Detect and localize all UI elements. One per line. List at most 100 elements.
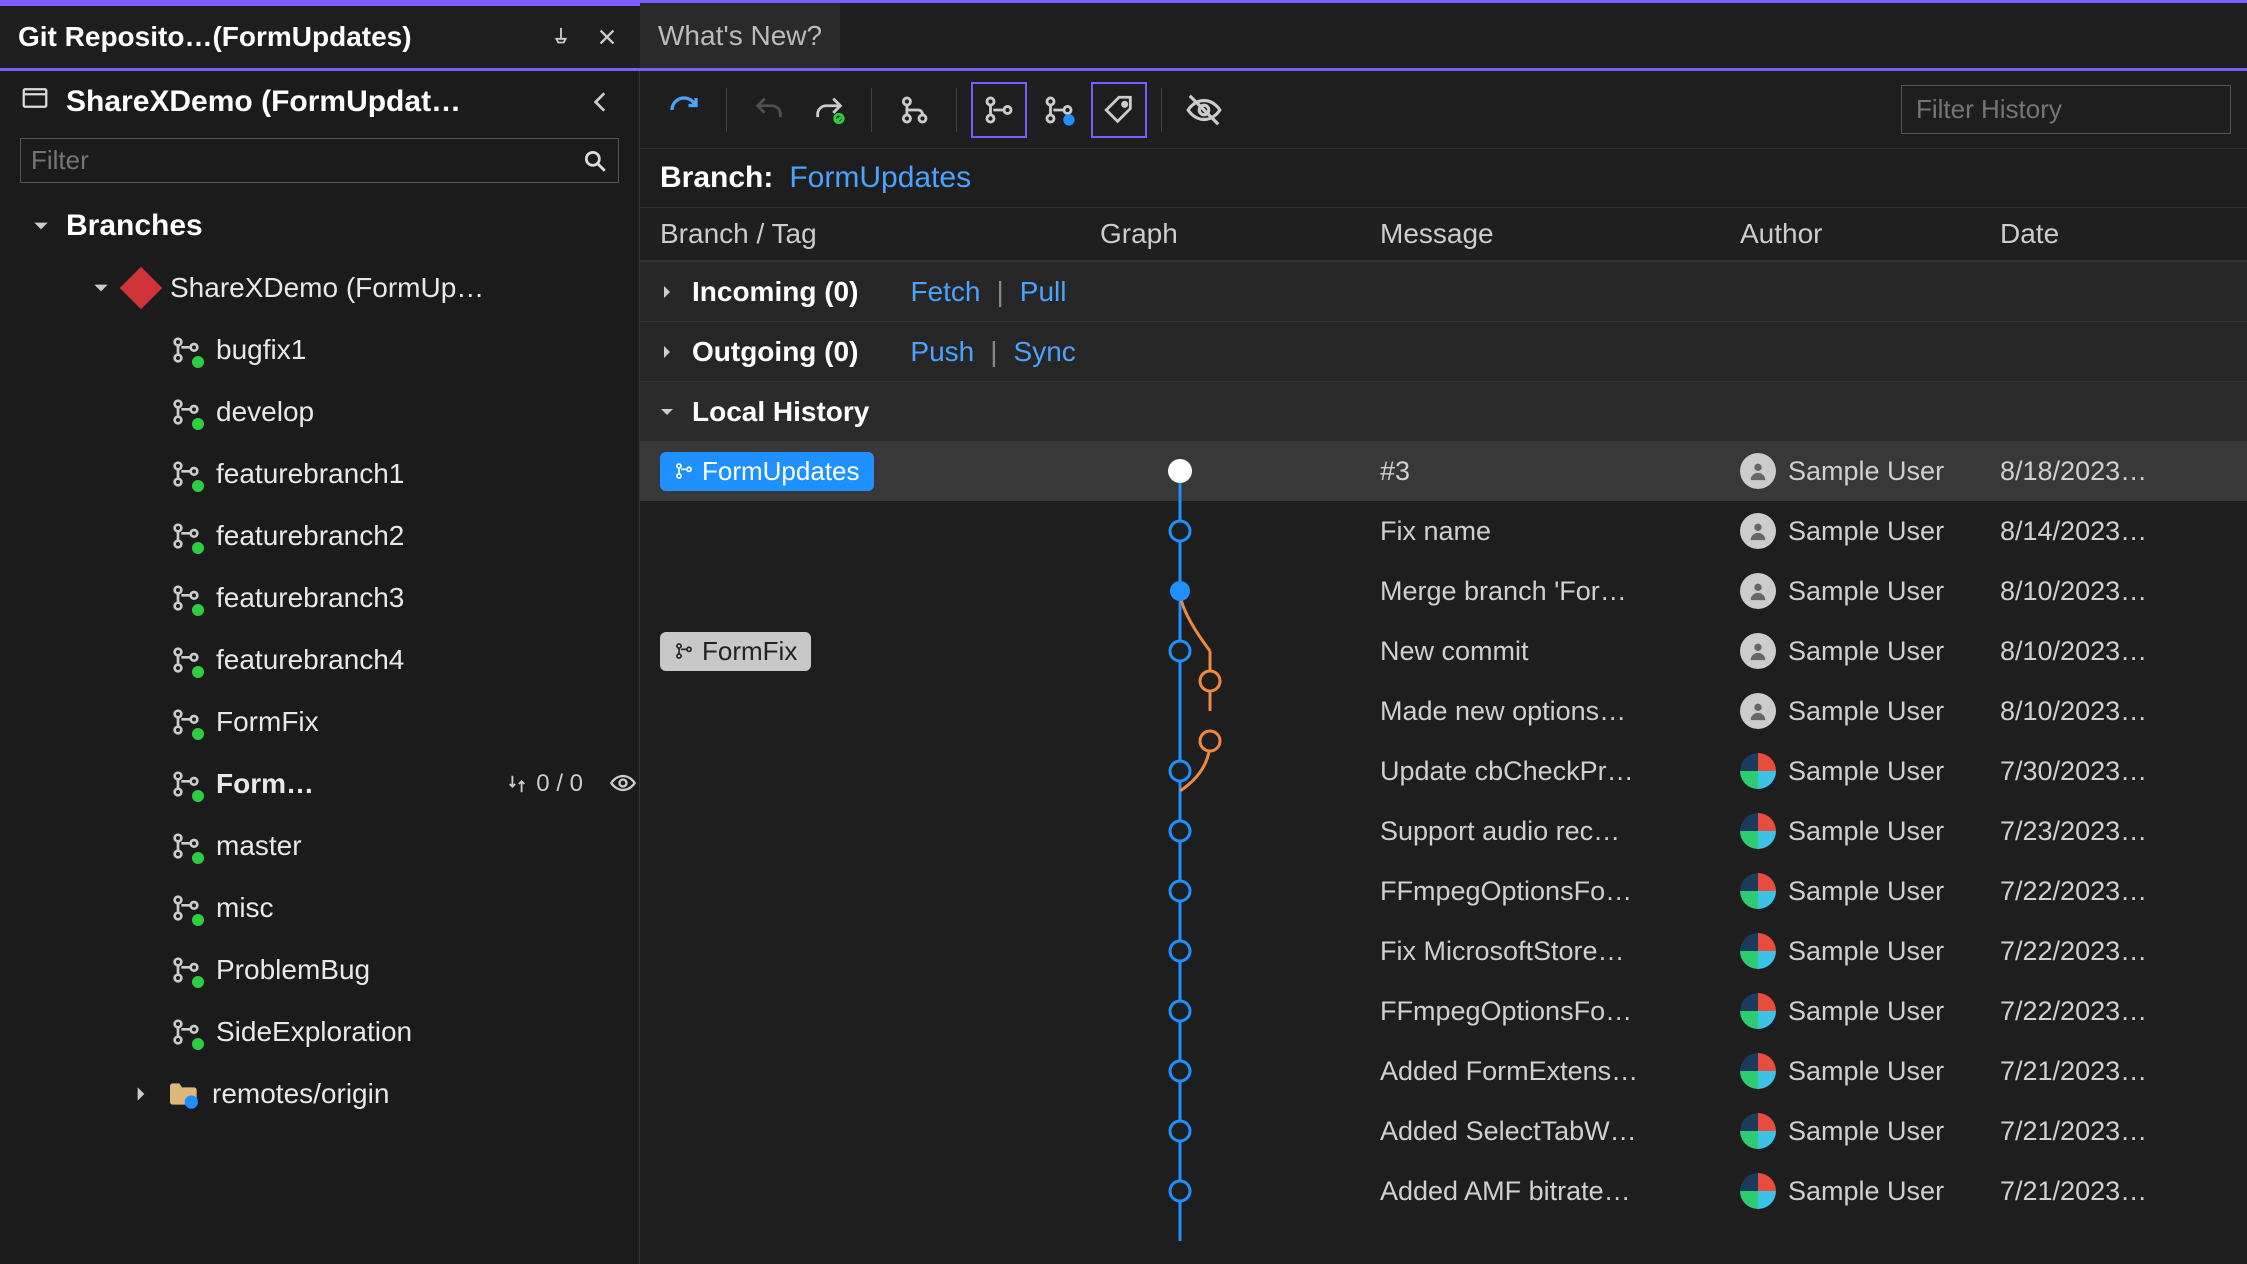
- commit-row[interactable]: Update cbCheckPr… Sample User7/30/2023…: [640, 741, 2247, 801]
- branch-icon: [170, 644, 202, 676]
- branch-icon: [170, 582, 202, 614]
- filter-input[interactable]: [31, 145, 582, 176]
- repo-node[interactable]: ShareXDemo (FormUp…: [0, 257, 639, 319]
- push-link[interactable]: Push: [910, 336, 974, 368]
- sync-link[interactable]: Sync: [1014, 336, 1076, 368]
- commit-message: Added AMF bitrate…: [1380, 1176, 1740, 1207]
- back-icon[interactable]: [583, 84, 619, 120]
- tab-whats-new[interactable]: What's New?: [640, 3, 840, 68]
- commit-message: #3: [1380, 456, 1740, 487]
- branch-label: featurebranch1: [216, 458, 404, 490]
- commit-row[interactable]: Added FormExtens… Sample User7/21/2023…: [640, 1041, 2247, 1101]
- undo-button: [741, 82, 797, 138]
- sidebar-branch-item[interactable]: featurebranch3: [0, 567, 639, 629]
- avatar: [1740, 453, 1776, 489]
- commit-row[interactable]: FFmpegOptionsFo… Sample User7/22/2023…: [640, 981, 2247, 1041]
- sidebar-branch-item[interactable]: master: [0, 815, 639, 877]
- local-history-section[interactable]: Local History: [640, 381, 2247, 441]
- sidebar-branch-item[interactable]: SideExploration: [0, 1001, 639, 1063]
- commit-row[interactable]: Made new options… Sample User8/10/2023…: [640, 681, 2247, 741]
- branch-label: FormFix: [216, 706, 319, 738]
- commit-message: New commit: [1380, 636, 1740, 667]
- branch-tag-pill[interactable]: FormFix: [660, 632, 811, 671]
- sidebar-branch-item[interactable]: FormFix: [0, 691, 639, 753]
- commit-row[interactable]: FormUpdates#3 Sample User8/18/2023…: [640, 441, 2247, 501]
- sidebar-branch-item[interactable]: featurebranch1: [0, 443, 639, 505]
- col-message[interactable]: Message: [1380, 218, 1740, 250]
- toggle-author-button[interactable]: [1176, 82, 1232, 138]
- show-local-branches-button[interactable]: [971, 82, 1027, 138]
- commit-date: 8/10/2023…: [2000, 696, 2227, 727]
- avatar: [1740, 573, 1776, 609]
- history-list: FormUpdates#3 Sample User8/18/2023…Fix n…: [640, 441, 2247, 1264]
- history-panel: Branch: FormUpdates Branch / Tag Graph M…: [640, 71, 2247, 1264]
- tab-bar: Git Reposito…(FormUpdates) What's New?: [0, 3, 2247, 71]
- commit-date: 7/22/2023…: [2000, 936, 2227, 967]
- outgoing-section[interactable]: Outgoing (0) Push | Sync: [640, 321, 2247, 381]
- branch-icon: [170, 520, 202, 552]
- remotes-node[interactable]: remotes/origin: [0, 1063, 639, 1125]
- tab-git-repository[interactable]: Git Reposito…(FormUpdates): [0, 3, 640, 68]
- col-graph[interactable]: Graph: [1100, 218, 1380, 250]
- commit-date: 8/14/2023…: [2000, 516, 2227, 547]
- commit-author: Sample User: [1740, 633, 2000, 669]
- commit-row[interactable]: Fix MicrosoftStore… Sample User7/22/2023…: [640, 921, 2247, 981]
- branch-icon: [170, 1016, 202, 1048]
- commit-date: 7/21/2023…: [2000, 1176, 2227, 1207]
- filter-branches-input[interactable]: [20, 138, 619, 183]
- sync-status: 0 / 0: [506, 770, 583, 798]
- filter-history-input[interactable]: [1901, 85, 2231, 134]
- commit-row[interactable]: Fix name Sample User8/14/2023…: [640, 501, 2247, 561]
- sidebar-branch-item[interactable]: ProblemBug: [0, 939, 639, 1001]
- commit-author: Sample User: [1740, 1173, 2000, 1209]
- commit-date: 7/21/2023…: [2000, 1116, 2227, 1147]
- commit-author: Sample User: [1740, 513, 2000, 549]
- commit-row[interactable]: FormFix New commit Sample User8/10/2023…: [640, 621, 2247, 681]
- commit-row[interactable]: Merge branch 'For… Sample User8/10/2023…: [640, 561, 2247, 621]
- commit-author: Sample User: [1740, 813, 2000, 849]
- redo-commit-button[interactable]: [801, 82, 857, 138]
- current-branch-link[interactable]: FormUpdates: [789, 161, 971, 195]
- commit-message: FFmpegOptionsFo…: [1380, 996, 1740, 1027]
- commit-row[interactable]: Added SelectTabW… Sample User7/21/2023…: [640, 1101, 2247, 1161]
- close-icon[interactable]: [592, 22, 622, 52]
- branches-sidebar: ShareXDemo (FormUpdat… B: [0, 71, 640, 1264]
- commit-date: 7/22/2023…: [2000, 996, 2227, 1027]
- commit-author: Sample User: [1740, 573, 2000, 609]
- branch-label: master: [216, 830, 302, 862]
- sidebar-branch-item[interactable]: bugfix1: [0, 319, 639, 381]
- chevron-right-icon: [658, 276, 676, 308]
- branch-label: develop: [216, 396, 314, 428]
- commit-date: 8/10/2023…: [2000, 636, 2227, 667]
- branches-heading[interactable]: Branches: [0, 195, 639, 257]
- tab-label: Git Reposito…(FormUpdates): [18, 21, 412, 53]
- show-first-parent-button[interactable]: [886, 82, 942, 138]
- fetch-link[interactable]: Fetch: [910, 276, 980, 308]
- incoming-section[interactable]: Incoming (0) Fetch | Pull: [640, 261, 2247, 321]
- commit-row[interactable]: Added AMF bitrate… Sample User7/21/2023…: [640, 1161, 2247, 1221]
- sidebar-branch-item[interactable]: develop: [0, 381, 639, 443]
- pin-icon[interactable]: [546, 22, 576, 52]
- eye-icon[interactable]: [609, 769, 639, 799]
- commit-author: Sample User: [1740, 693, 2000, 729]
- branch-tag-pill[interactable]: FormUpdates: [660, 452, 874, 491]
- commit-row[interactable]: FFmpegOptionsFo… Sample User7/22/2023…: [640, 861, 2247, 921]
- commit-author: Sample User: [1740, 453, 2000, 489]
- commit-message: Support audio rec…: [1380, 816, 1740, 847]
- sidebar-branch-item[interactable]: featurebranch4: [0, 629, 639, 691]
- show-tags-button[interactable]: [1091, 82, 1147, 138]
- col-author[interactable]: Author: [1740, 218, 2000, 250]
- commit-row[interactable]: Support audio rec… Sample User7/23/2023…: [640, 801, 2247, 861]
- sidebar-branch-item[interactable]: featurebranch2: [0, 505, 639, 567]
- sidebar-branch-item[interactable]: misc: [0, 877, 639, 939]
- col-date[interactable]: Date: [2000, 218, 2227, 250]
- commit-message: Added FormExtens…: [1380, 1056, 1740, 1087]
- sidebar-branch-item[interactable]: Form… 0 / 0: [0, 753, 639, 815]
- commit-author: Sample User: [1740, 933, 2000, 969]
- show-remote-branches-button[interactable]: [1031, 82, 1087, 138]
- pull-link[interactable]: Pull: [1020, 276, 1067, 308]
- repo-window-icon: [20, 83, 50, 120]
- folder-icon: [166, 1078, 198, 1110]
- col-branch-tag[interactable]: Branch / Tag: [660, 218, 1100, 250]
- refresh-button[interactable]: [656, 82, 712, 138]
